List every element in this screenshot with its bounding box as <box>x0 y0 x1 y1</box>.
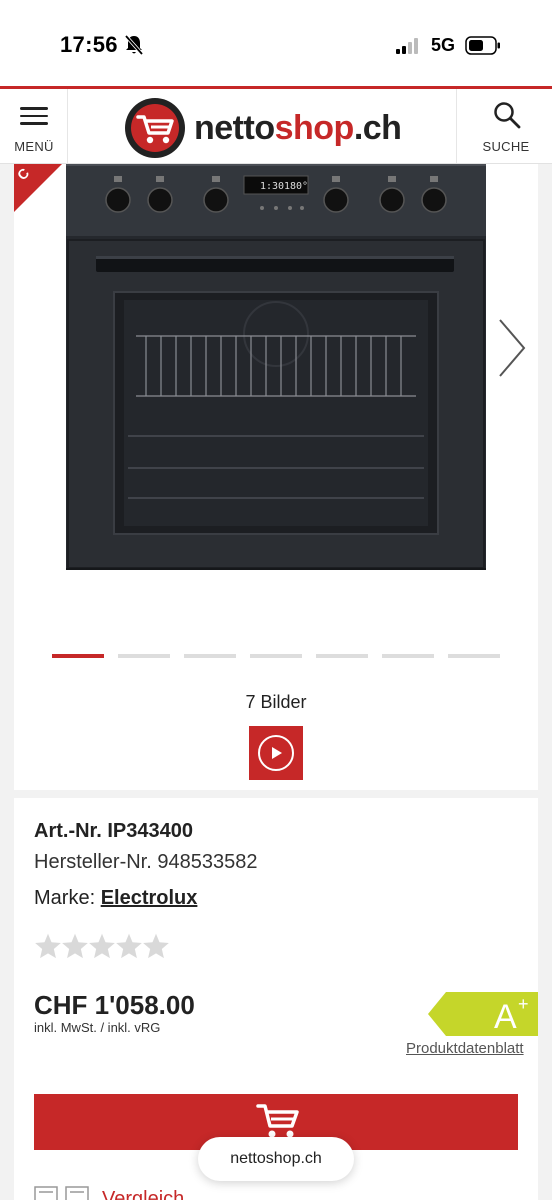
shopping-cart-icon <box>256 1104 299 1138</box>
browser-url: nettoshop.ch <box>230 1150 322 1167</box>
site-logo[interactable]: nettoshop.ch <box>124 97 414 159</box>
network-label: 5G <box>431 35 456 55</box>
search-icon <box>494 102 521 129</box>
pagination-dot[interactable] <box>118 654 170 658</box>
battery-icon <box>465 36 500 55</box>
corner-badge: C <box>14 164 62 212</box>
status-time: 17:56 <box>60 32 118 57</box>
price-note: inkl. MwSt. / inkl. vRG <box>34 1020 161 1035</box>
pagination-dot[interactable] <box>250 654 302 658</box>
pagination-dot[interactable] <box>382 654 434 658</box>
star-icon <box>143 933 169 959</box>
pagination-dot[interactable] <box>448 654 500 658</box>
pagination-dot[interactable] <box>52 654 104 658</box>
status-bar: 17:56 5G <box>0 0 552 86</box>
brand-row: Marke: Electrolux <box>34 887 197 910</box>
search-button[interactable]: SUCHE <box>456 89 552 163</box>
product-price: CHF 1'058.00 <box>34 990 195 1020</box>
pagination-dot[interactable] <box>184 654 236 658</box>
star-icon <box>89 933 115 959</box>
product-image-oven[interactable]: 1:30 180° <box>66 164 486 570</box>
star-icon <box>35 933 61 959</box>
image-count[interactable]: 7 Bilder <box>14 692 538 713</box>
brand-link[interactable]: Electrolux <box>101 887 198 909</box>
brand-label: Marke: <box>34 887 96 909</box>
energy-class: A <box>494 998 517 1036</box>
star-icon <box>116 933 142 959</box>
datasheet-link[interactable]: Produktdatenblatt <box>406 1040 524 1057</box>
energy-label-badge[interactable]: A + <box>428 992 538 1036</box>
oven-display-time: 1:30 <box>260 181 284 192</box>
product-page: 17:56 5G MENÜ nettoshop.ch SUCHE C 1:30 … <box>0 0 552 1200</box>
bell-slash-icon <box>124 34 144 56</box>
browser-url-bar[interactable]: nettoshop.ch <box>198 1137 354 1181</box>
energy-class-sup: + <box>518 994 529 1014</box>
logo-text-prefix: netto <box>194 109 275 147</box>
gallery-pagination <box>52 654 502 658</box>
logo-text: nettoshop.ch <box>194 109 402 148</box>
video-play-button[interactable] <box>249 726 303 780</box>
article-number: Art.-Nr. IP343400 <box>34 820 193 842</box>
oven-display-temp: 180° <box>284 181 308 192</box>
chevron-right-icon[interactable] <box>496 316 528 380</box>
compare-icon <box>34 1186 89 1200</box>
play-icon <box>258 735 294 771</box>
product-gallery: C 1:30 180° 7 Bilder <box>14 164 538 790</box>
pagination-dot[interactable] <box>316 654 368 658</box>
search-label: SUCHE <box>482 139 530 154</box>
manufacturer-number: Hersteller-Nr. 948533582 <box>34 851 258 873</box>
compare-row[interactable]: Vergleich <box>34 1182 334 1200</box>
compare-label: Vergleich <box>102 1188 185 1200</box>
logo-text-accent: shop <box>274 109 355 147</box>
rating-stars[interactable] <box>34 932 174 964</box>
site-header: MENÜ nettoshop.ch SUCHE <box>0 86 552 164</box>
shopping-cart-logo-icon <box>125 98 185 158</box>
signal-icon <box>396 38 422 54</box>
hamburger-icon <box>20 107 48 125</box>
menu-button[interactable]: MENÜ <box>0 89 68 163</box>
star-icon <box>62 933 88 959</box>
logo-text-suffix: .ch <box>353 109 402 147</box>
menu-label: MENÜ <box>14 139 54 154</box>
